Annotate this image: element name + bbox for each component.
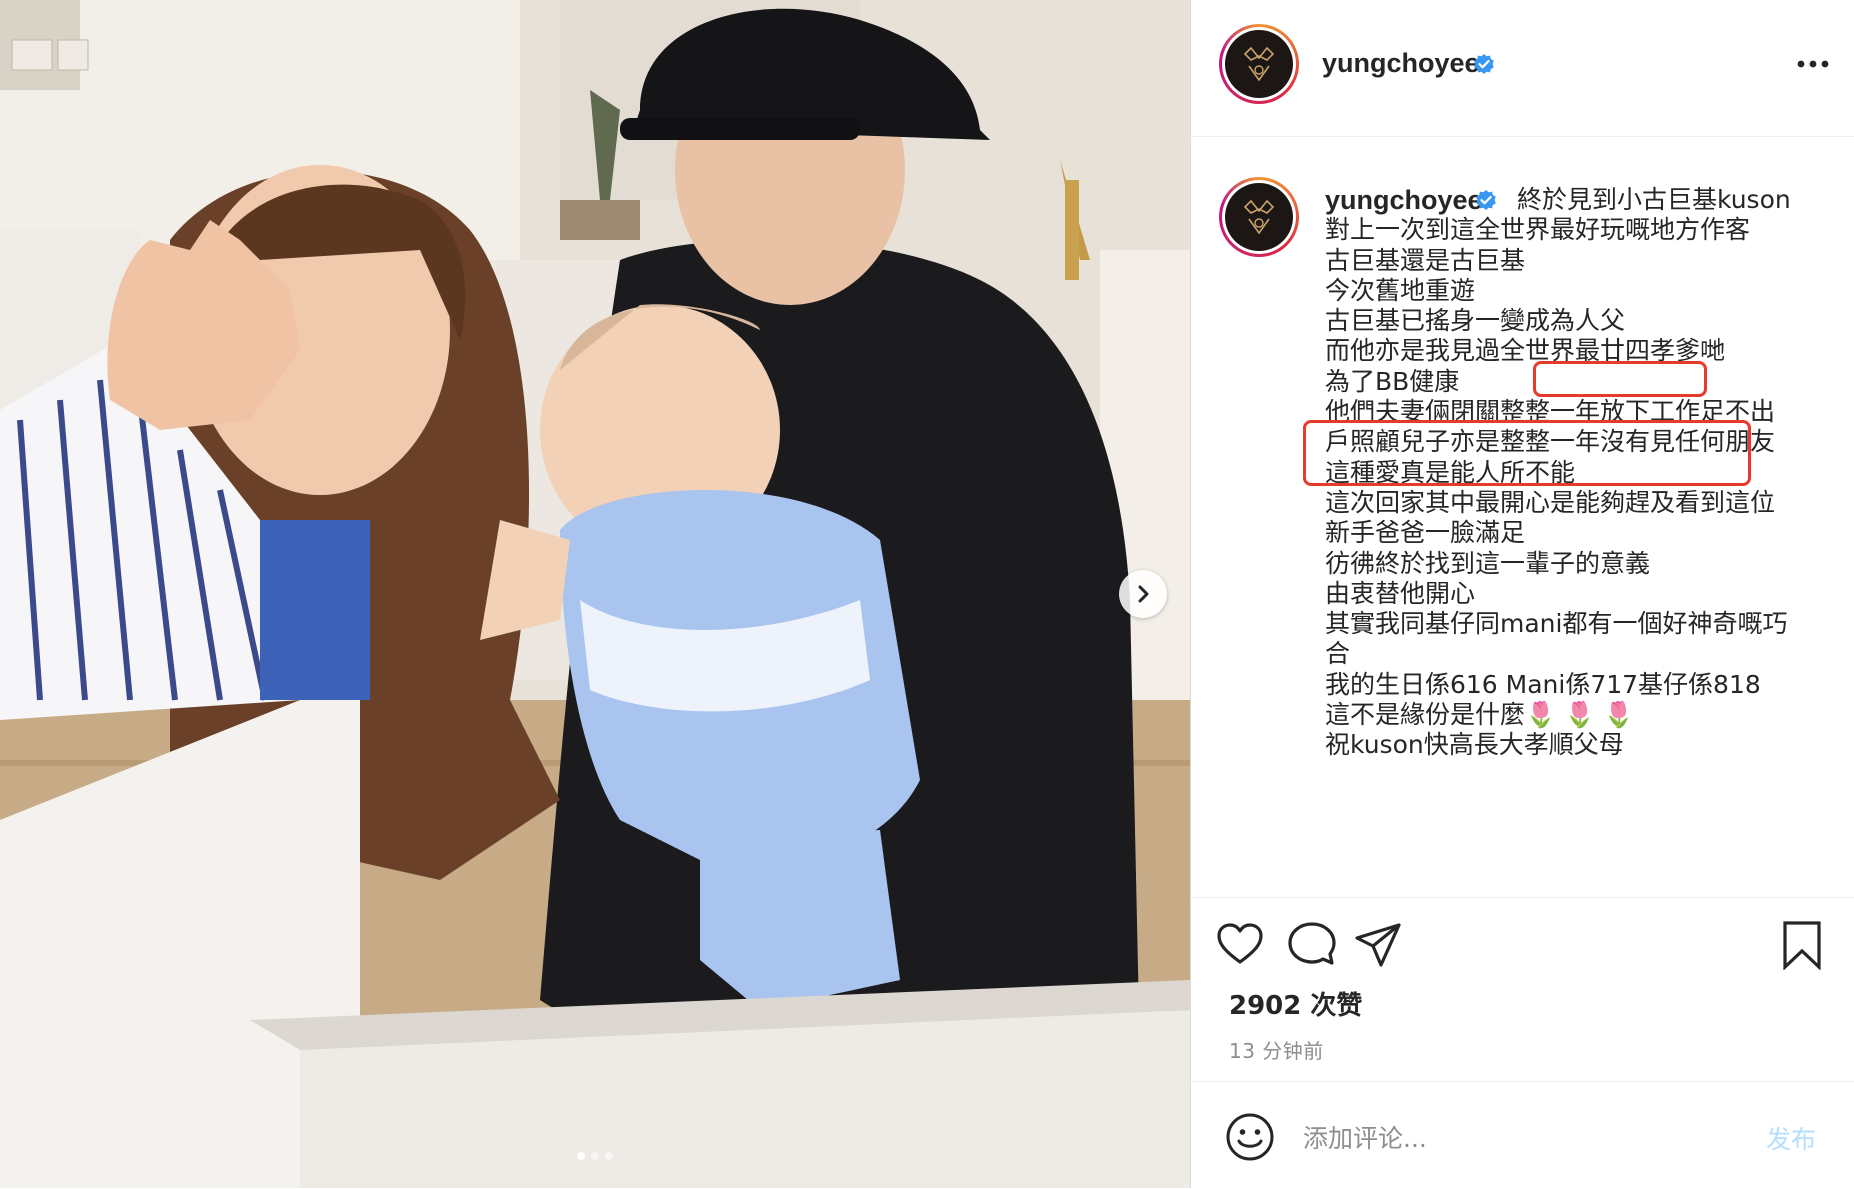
carousel-dot[interactable]: [591, 1152, 599, 1160]
caption-line: 新手爸爸一臉滿足: [1325, 518, 1526, 548]
caption-line: 對上一次到這全世界最好玩嘅地方作客: [1325, 215, 1751, 245]
caption-line: 這不是緣份是什麼🌷 🌷 🌷: [1325, 700, 1635, 730]
comment-bubble-icon[interactable]: [1287, 920, 1337, 970]
post-timestamp[interactable]: 13 分钟前: [1229, 1035, 1324, 1064]
photo-scene: [0, 0, 1190, 1188]
highlight-box: [1533, 361, 1707, 397]
paper-plane-icon[interactable]: [1353, 920, 1403, 970]
chevron-right-icon: [1138, 585, 1149, 603]
post-comment-button[interactable]: 发布: [1766, 1120, 1816, 1156]
post-caption: yungchoyee 終於見到小古巨基kuson 對上一次到這全世界最好玩嘅地方…: [1191, 137, 1854, 877]
caption-line: 其實我同基仔同mani都有一個好神奇嘅巧: [1325, 609, 1788, 639]
caption-line: 祝kuson快高長大孝順父母: [1325, 730, 1624, 760]
caption-line: 古巨基已搖身一變成為人父: [1325, 306, 1626, 336]
brand-logo-icon: [1243, 46, 1275, 82]
post-side-panel: yungchoyee yungchoyee 終於見到小古巨基kuson 對上一次…: [1190, 0, 1854, 1188]
highlight-box: [1303, 420, 1751, 486]
caption-line: 由衷替他開心: [1325, 578, 1476, 608]
carousel-indicator: [0, 1152, 1190, 1160]
carousel-dot[interactable]: [577, 1152, 585, 1160]
bookmark-icon[interactable]: [1777, 920, 1827, 970]
brand-logo-icon: [1243, 199, 1275, 235]
like-count[interactable]: 2902 次赞: [1229, 985, 1362, 1022]
action-bar: [1191, 897, 1854, 988]
caption-line: 彷彿終於找到這一輩子的意義: [1325, 548, 1651, 578]
post-header: yungchoyee: [1191, 0, 1854, 137]
avatar[interactable]: [1219, 24, 1299, 104]
more-dots-icon[interactable]: [1793, 50, 1833, 78]
smiley-icon[interactable]: [1225, 1112, 1275, 1162]
caption-line: 今次舊地重遊: [1325, 275, 1476, 305]
header-username[interactable]: yungchoyee: [1322, 48, 1480, 79]
caption-line: 合: [1325, 639, 1351, 669]
comment-input[interactable]: [1301, 1112, 1745, 1164]
heart-icon[interactable]: [1215, 920, 1265, 970]
carousel-dot[interactable]: [605, 1152, 613, 1160]
caption-line: 古巨基還是古巨基: [1325, 245, 1526, 275]
post-photo[interactable]: [0, 0, 1190, 1188]
verified-badge-icon: [1474, 54, 1494, 74]
caption-line: 終於見到小古巨基kuson: [1517, 185, 1791, 214]
instagram-post: yungchoyee yungchoyee 終於見到小古巨基kuson 對上一次…: [0, 0, 1854, 1188]
caption-line: 我的生日係616 Mani係717基仔係818: [1325, 669, 1761, 699]
next-photo-button[interactable]: [1119, 570, 1167, 618]
caption-avatar[interactable]: [1219, 177, 1299, 257]
comment-bar: 发布: [1191, 1081, 1854, 1189]
caption-line: 這次回家其中最開心是能夠趕及看到這位: [1325, 487, 1776, 517]
